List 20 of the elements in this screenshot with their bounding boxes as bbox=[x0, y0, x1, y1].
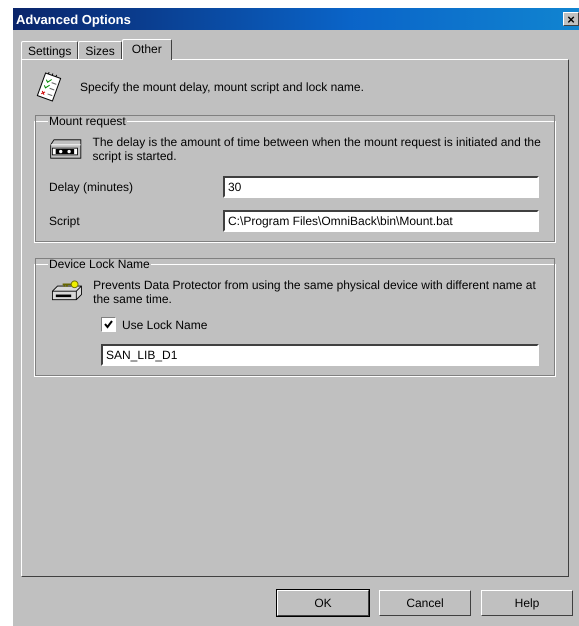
dialog-button[interactable]: OK bbox=[277, 590, 369, 616]
close-button[interactable]: × bbox=[563, 12, 579, 26]
description-text: The delay is the amount of time between when the mount request is initiated and the script is started. bbox=[92, 135, 541, 163]
field-label: Delay (minutes) bbox=[49, 180, 134, 194]
input-field[interactable]: 30 bbox=[223, 176, 539, 198]
tab[interactable]: Settings bbox=[21, 41, 78, 59]
group-title: Device Lock Name bbox=[48, 257, 151, 271]
input-field[interactable]: SAN_LIB_D1 bbox=[101, 344, 539, 366]
checkbox-label: Use Lock Name bbox=[122, 318, 208, 332]
field-label: Script bbox=[49, 214, 81, 228]
tab[interactable]: Other bbox=[122, 39, 172, 60]
dialog-button[interactable]: Help bbox=[481, 590, 573, 616]
description-text: Prevents Data Protector from using the same physical device with different name at the same time. bbox=[93, 278, 537, 306]
window-title: Advanced Options bbox=[16, 12, 131, 26]
intro-text: Specify the mount delay, mount script and lock name. bbox=[80, 80, 364, 94]
group-title: Mount request bbox=[48, 114, 127, 128]
dialog-button[interactable]: Cancel bbox=[379, 590, 471, 616]
input-field[interactable]: C:\Program Files\OmniBack\bin\Mount.bat bbox=[223, 210, 539, 232]
checkbox[interactable] bbox=[101, 317, 116, 332]
tab[interactable]: Sizes bbox=[78, 41, 122, 59]
